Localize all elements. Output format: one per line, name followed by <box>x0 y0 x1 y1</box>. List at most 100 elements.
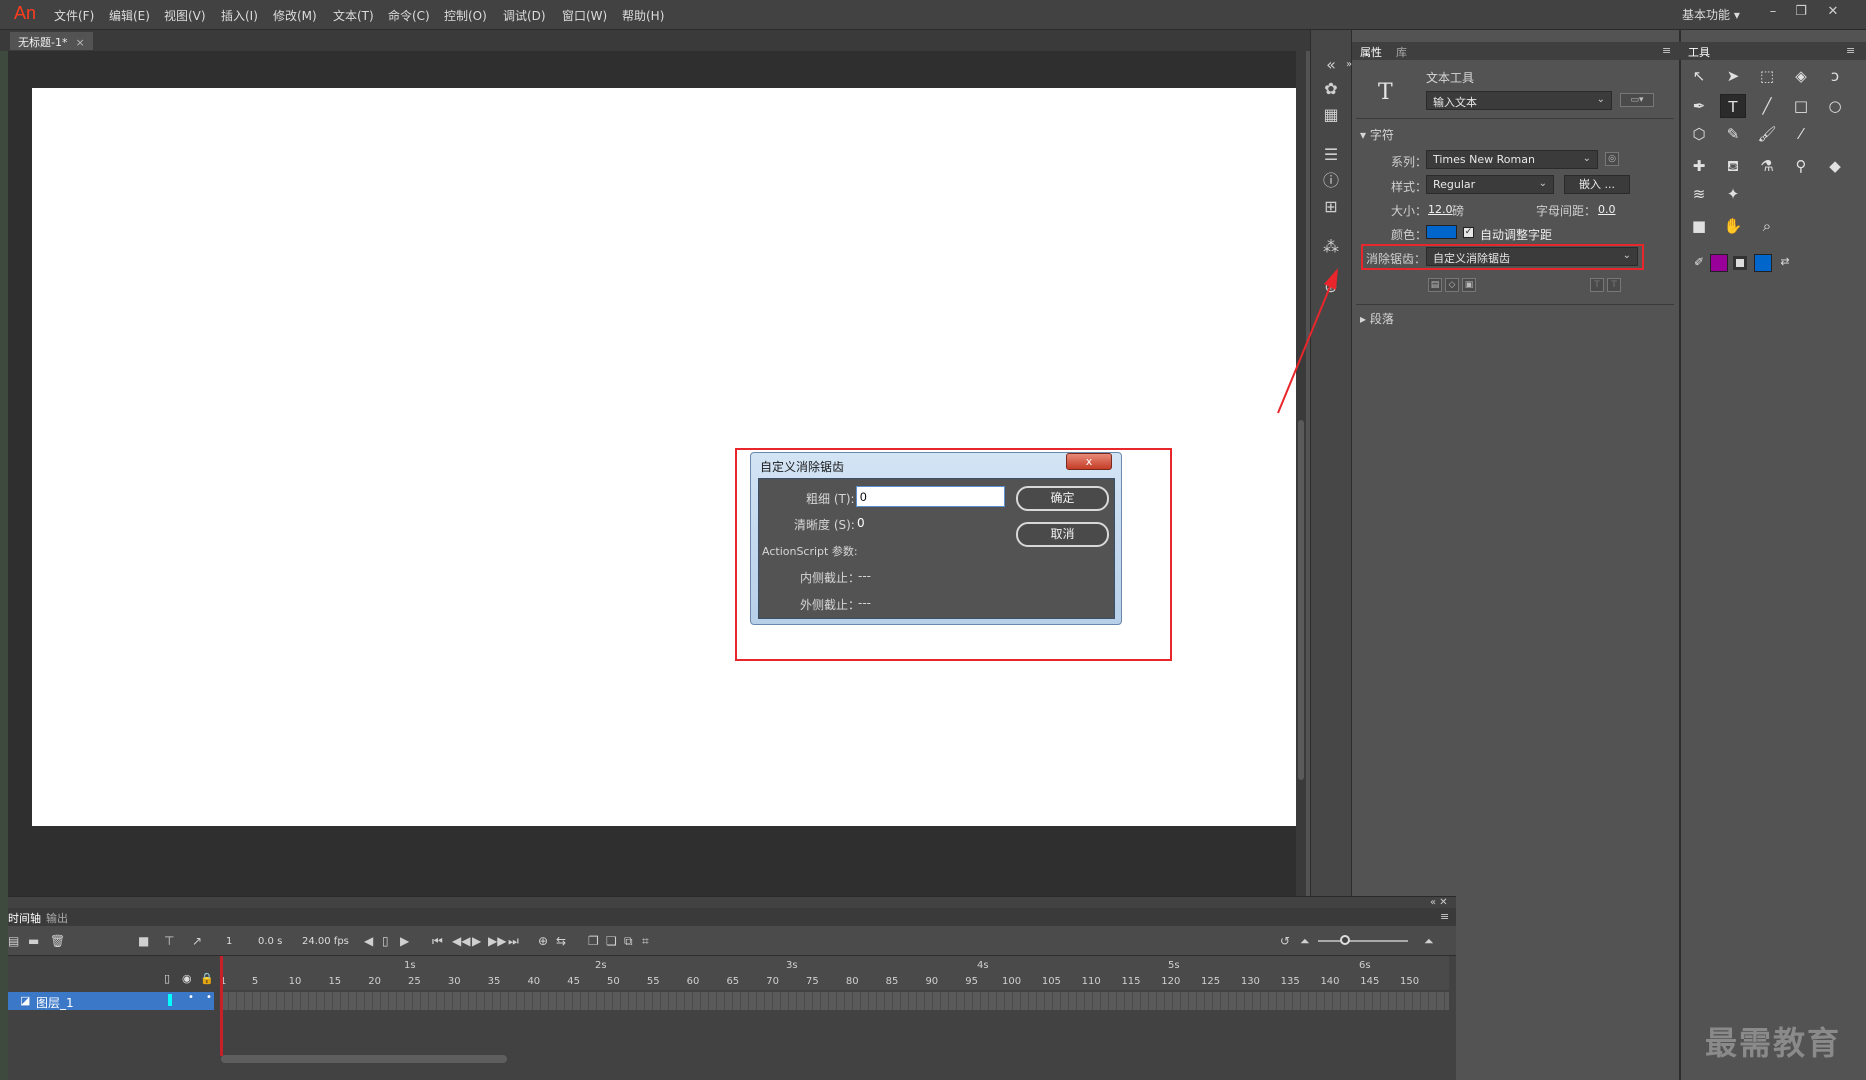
first-frame-icon[interactable]: ⏮ <box>432 934 443 949</box>
fill-color-swatch[interactable] <box>1754 254 1772 272</box>
font-style-select[interactable]: Regular ⌄ <box>1426 175 1554 194</box>
bone-tool-icon[interactable]: ✚ <box>1686 154 1712 178</box>
current-time[interactable]: 0.0 s <box>258 936 282 947</box>
show-border-icon[interactable]: ▣ <box>1462 278 1476 292</box>
oval-tool-icon[interactable]: ○ <box>1822 94 1848 118</box>
new-folder-icon[interactable]: ▬ <box>28 934 39 948</box>
delete-layer-icon[interactable]: 🗑 <box>50 934 65 948</box>
frame-rate[interactable]: 24.00 fps <box>302 936 349 947</box>
stroke-color-swatch[interactable] <box>1710 254 1728 272</box>
dialog-close-button[interactable]: x <box>1066 453 1112 470</box>
tab-properties[interactable]: 属性 <box>1360 44 1382 60</box>
layer-name[interactable]: 图层_1 <box>36 994 74 1011</box>
asset-warp-tool-icon[interactable]: ✦ <box>1720 182 1746 206</box>
close-button[interactable]: ✕ <box>1820 4 1846 22</box>
rectangle-tool-icon[interactable]: □ <box>1788 94 1814 118</box>
center-frame-icon[interactable]: ⊕ <box>538 934 548 948</box>
next-keyframe-icon[interactable]: ▶ <box>400 934 409 948</box>
menu-window[interactable]: 窗口(W) <box>562 7 607 24</box>
ink-bottle-tool-icon[interactable]: ⚗ <box>1754 154 1780 178</box>
font-lock-icon[interactable]: ◎ <box>1605 152 1619 166</box>
close-icon[interactable]: × <box>75 36 84 49</box>
step-forward-icon[interactable]: ▶▶ <box>488 934 506 948</box>
step-back-icon[interactable]: ◀◀ <box>452 934 470 948</box>
menu-file[interactable]: 文件(F) <box>54 7 94 24</box>
menu-commands[interactable]: 命令(C) <box>388 7 430 24</box>
cancel-button[interactable]: 取消 <box>1016 522 1109 547</box>
undo-icon[interactable]: ↺ <box>1280 934 1290 948</box>
layer-visible-dot[interactable]: • <box>188 992 194 1003</box>
layer-lock-dot[interactable]: • <box>206 992 212 1003</box>
paint-bucket-tool-icon[interactable]: ⛾ <box>1720 154 1746 178</box>
stroke-color-icon[interactable]: ✐ <box>1686 250 1712 274</box>
transform-icon[interactable]: ⊞ <box>1320 196 1342 218</box>
timeline-horizontal-scrollbar[interactable] <box>221 1055 507 1063</box>
graph-icon[interactable]: ↗ <box>192 934 202 948</box>
tab-output[interactable]: 输出 <box>46 910 68 926</box>
zoom-in-icon[interactable]: ⏶ <box>1424 934 1434 949</box>
camera-tool-icon[interactable]: ■ <box>1686 214 1712 238</box>
section-character[interactable]: ▾ 字符 <box>1360 126 1394 143</box>
loop-icon[interactable]: ⇆ <box>556 934 566 948</box>
auto-kerning-checkbox[interactable]: ✓ <box>1463 227 1474 238</box>
line-tool-icon[interactable]: ╱ <box>1754 94 1780 118</box>
section-paragraph[interactable]: ▸ 段落 <box>1360 310 1394 327</box>
document-tab[interactable]: 无标题-1* × <box>10 32 93 50</box>
text-tool-icon[interactable]: T <box>1720 94 1746 118</box>
free-transform-tool-icon[interactable]: ⬚ <box>1754 64 1780 88</box>
letter-spacing-value[interactable]: 0.0 <box>1598 203 1616 216</box>
new-layer-icon[interactable]: ▤ <box>8 934 19 948</box>
camera-icon[interactable]: ■ <box>138 934 149 948</box>
zoom-out-icon[interactable]: ⏶ <box>1300 934 1310 949</box>
polystar-tool-icon[interactable]: ⬡ <box>1686 122 1712 146</box>
tab-library[interactable]: 库 <box>1396 44 1407 60</box>
subselection-tool-icon[interactable]: ➤ <box>1720 64 1746 88</box>
onion-outline-icon[interactable]: ❏ <box>606 934 617 948</box>
layer-frames[interactable] <box>221 992 1449 1010</box>
menu-view[interactable]: 视图(V) <box>164 7 206 24</box>
current-frame[interactable]: 1 <box>226 936 232 947</box>
last-frame-icon[interactable]: ⏭ <box>508 934 519 949</box>
zoom-slider-track[interactable] <box>1318 940 1408 942</box>
font-size-value[interactable]: 12.0 <box>1428 203 1453 216</box>
visibility-icon[interactable]: ◉ <box>182 972 192 985</box>
outline-toggle-icon[interactable]: ▯ <box>164 972 170 985</box>
minimize-button[interactable]: – <box>1760 4 1786 22</box>
menu-edit[interactable]: 编辑(E) <box>109 7 150 24</box>
selectable-icon[interactable]: ▤ <box>1428 278 1442 292</box>
library-icon[interactable]: ▦ <box>1320 104 1342 126</box>
onion-markers-icon[interactable]: ⌗ <box>642 934 649 949</box>
onion-skin-icon[interactable]: ❐ <box>588 934 599 948</box>
tab-timeline[interactable]: 时间轴 <box>8 910 41 926</box>
panel-menu-icon[interactable]: ≡ <box>1846 44 1855 57</box>
components-icon[interactable]: ⁂ <box>1320 236 1342 258</box>
swap-colors-icon[interactable]: ⇄ <box>1772 250 1798 274</box>
panel-menu-icon[interactable]: ≡ <box>1440 910 1449 923</box>
layer-parenting-icon[interactable]: ⊤ <box>164 934 174 948</box>
text-type-select[interactable]: 输入文本 ⌄ <box>1426 91 1612 110</box>
zoom-tool-icon[interactable]: ⌕ <box>1754 214 1780 238</box>
menu-help[interactable]: 帮助(H) <box>622 7 664 24</box>
font-family-select[interactable]: Times New Roman ⌄ <box>1426 150 1598 169</box>
menu-control[interactable]: 控制(O) <box>444 7 487 24</box>
eyedropper-tool-icon[interactable]: ⚲ <box>1788 154 1814 178</box>
thickness-input[interactable] <box>856 486 1005 507</box>
brush-tool-icon[interactable]: ⁄ <box>1788 122 1814 146</box>
subscript-icon[interactable]: T <box>1607 278 1621 292</box>
motion-presets-icon[interactable]: ✿ <box>1320 78 1342 100</box>
lasso-tool-icon[interactable]: ↄ <box>1822 64 1848 88</box>
playhead[interactable] <box>220 956 223 1056</box>
add-keyframe-icon[interactable]: ▯ <box>382 934 389 948</box>
text-color-swatch[interactable] <box>1426 225 1457 239</box>
hand-tool-icon[interactable]: ✋ <box>1720 214 1746 238</box>
fill-color-icon[interactable] <box>1733 256 1747 270</box>
scrollbar-thumb[interactable] <box>1298 420 1304 780</box>
menu-debug[interactable]: 调试(D) <box>503 7 546 24</box>
eraser-tool-icon[interactable]: ◆ <box>1822 154 1848 178</box>
restore-button[interactable]: ❐ <box>1788 4 1814 22</box>
info-icon[interactable]: ⓘ <box>1320 170 1342 192</box>
pen-tool-icon[interactable]: ✒ <box>1686 94 1712 118</box>
superscript-icon[interactable]: T <box>1590 278 1604 292</box>
lock-icon[interactable]: 🔒 <box>200 972 214 985</box>
embed-button[interactable]: 嵌入 ... <box>1564 175 1630 194</box>
